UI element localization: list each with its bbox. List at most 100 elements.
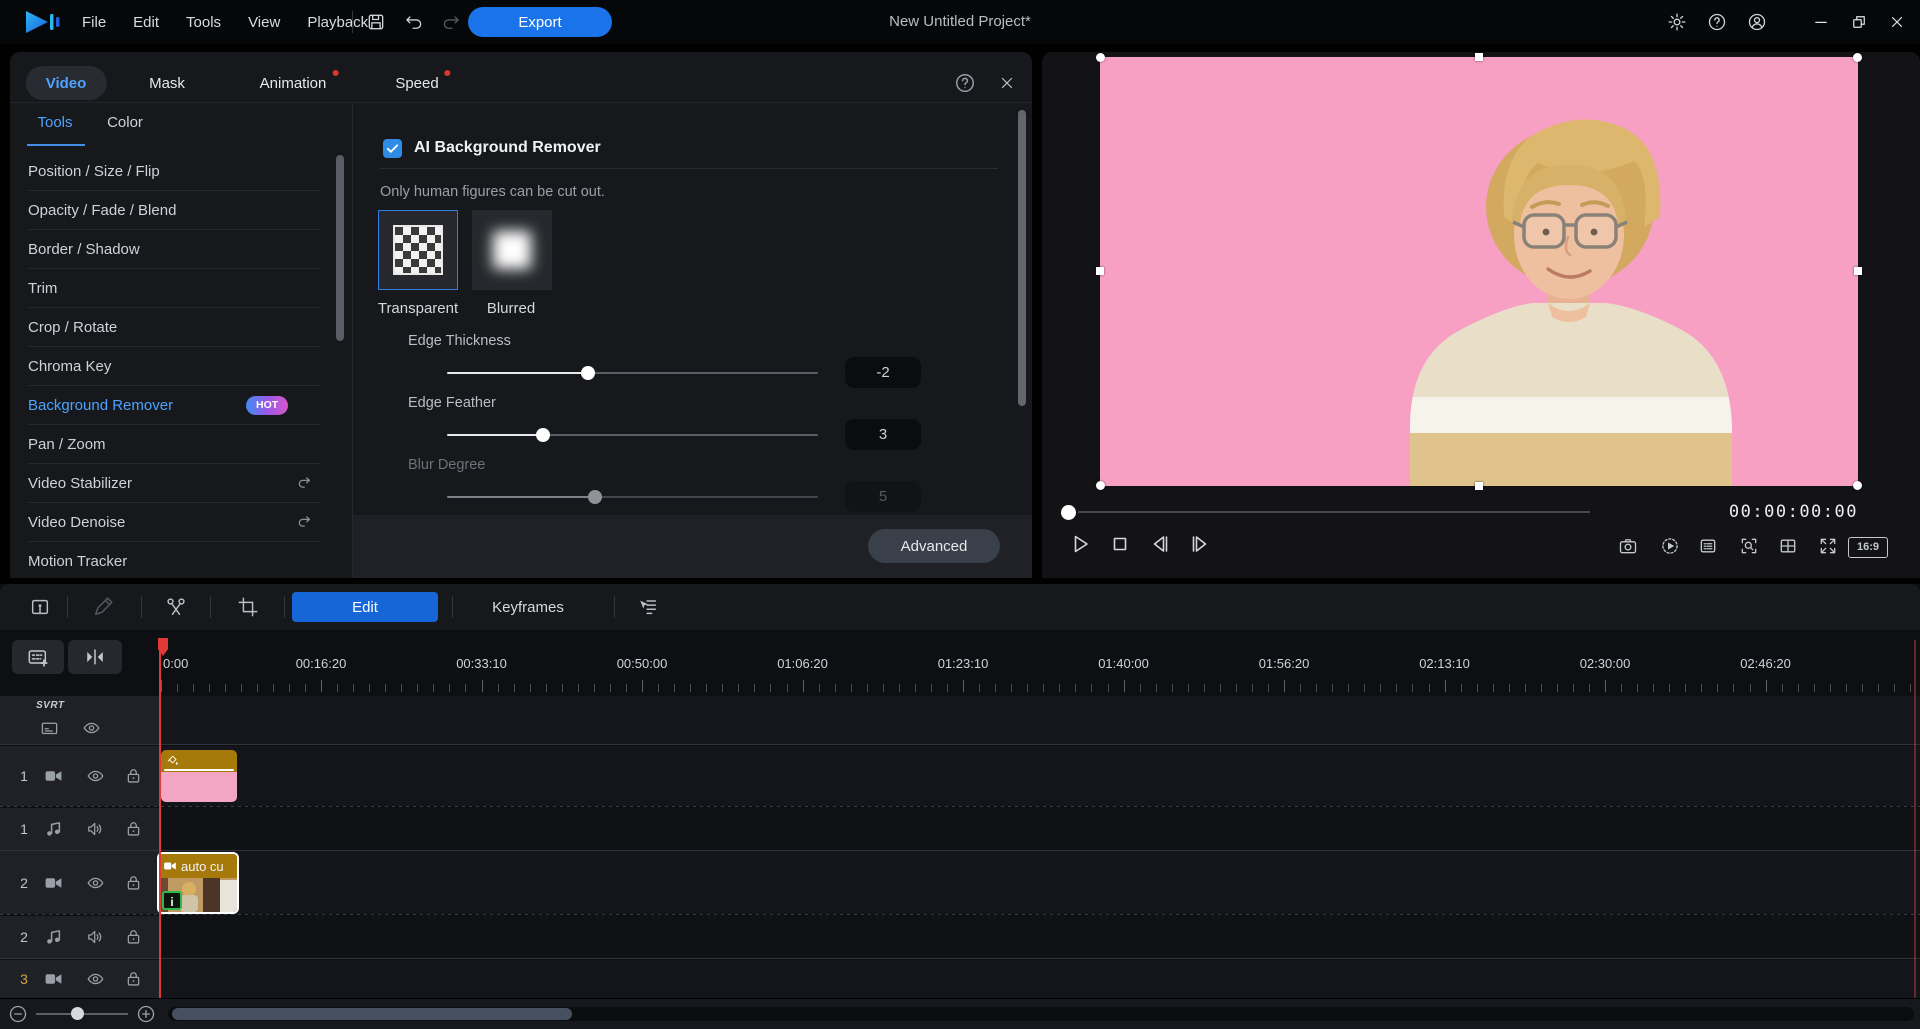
panel-help-icon[interactable]: [954, 72, 976, 94]
slider-thumb[interactable]: [581, 366, 595, 380]
track-lane-video-3[interactable]: [160, 960, 1920, 998]
track-lane-svrt[interactable]: [160, 696, 1920, 744]
eye-icon[interactable]: [86, 767, 105, 786]
settings-gear-icon[interactable]: [1667, 12, 1687, 32]
split-scissors-icon[interactable]: [165, 596, 187, 618]
slider-track[interactable]: [447, 372, 818, 374]
resize-handle-bottom[interactable]: [1475, 482, 1483, 490]
tool-item-opacity-fade-blend[interactable]: Opacity / Fade / Blend: [10, 191, 352, 230]
subtab-color[interactable]: Color: [107, 114, 143, 131]
ai-background-remover-checkbox[interactable]: [383, 139, 402, 158]
caption-track-icon[interactable]: [40, 719, 59, 738]
tool-item-crop-rotate[interactable]: Crop / Rotate: [10, 308, 352, 347]
seek-thumb[interactable]: [1061, 505, 1076, 520]
speaker-icon[interactable]: [86, 820, 105, 839]
preview-quality-icon[interactable]: [1660, 536, 1680, 556]
lock-icon[interactable]: [124, 767, 143, 786]
help-icon[interactable]: [1707, 12, 1727, 32]
zoom-in-icon[interactable]: [136, 1004, 156, 1024]
tool-item-video-denoise[interactable]: Video Denoise: [10, 503, 352, 542]
aspect-ratio-button[interactable]: 16:9: [1848, 537, 1888, 558]
timeline-ruler[interactable]: 0:0000:16:2000:33:1000:50:0001:06:2001:2…: [0, 656, 1920, 672]
menu-edit[interactable]: Edit: [133, 14, 159, 31]
window-close-icon[interactable]: [1888, 13, 1906, 31]
resize-handle-bottom-left[interactable]: [1096, 481, 1105, 490]
window-restore-icon[interactable]: [1850, 13, 1868, 31]
next-frame-icon[interactable]: [1188, 532, 1212, 556]
lock-icon[interactable]: [124, 820, 143, 839]
undo-icon[interactable]: [404, 12, 424, 32]
crop-icon[interactable]: [237, 596, 259, 618]
tool-list-scrollbar[interactable]: [336, 155, 344, 341]
resize-handle-right[interactable]: [1854, 267, 1862, 275]
clip-info-badge[interactable]: i: [162, 891, 182, 910]
tool-item-trim[interactable]: Trim: [10, 269, 352, 308]
lock-icon[interactable]: [124, 873, 143, 892]
production-log-icon[interactable]: [1698, 536, 1718, 556]
panel-scrollbar[interactable]: [1018, 110, 1026, 406]
account-icon[interactable]: [1747, 12, 1767, 32]
tool-item-chroma-key[interactable]: Chroma Key: [10, 347, 352, 386]
ruler-ticks[interactable]: [0, 678, 1920, 692]
resize-handle-left[interactable]: [1096, 267, 1104, 275]
fullscreen-icon[interactable]: [1818, 536, 1838, 556]
tool-item-background-remover[interactable]: Background RemoverHOT: [10, 386, 352, 425]
tool-item-position-size-flip[interactable]: Position / Size / Flip: [10, 152, 352, 191]
track-lane-video-1[interactable]: [160, 746, 1920, 806]
play-icon[interactable]: [1068, 532, 1092, 556]
slider-value[interactable]: -2: [845, 357, 921, 388]
tab-speed[interactable]: Speed: [375, 66, 458, 100]
slider-track[interactable]: [447, 434, 818, 436]
export-button[interactable]: Export: [468, 7, 612, 37]
redo-icon[interactable]: [441, 12, 461, 32]
menu-tools[interactable]: Tools: [186, 14, 221, 31]
resize-handle-top[interactable]: [1475, 53, 1483, 61]
eye-icon[interactable]: [86, 970, 105, 989]
timeline-hscrollbar-thumb[interactable]: [172, 1008, 572, 1020]
tool-item-pan-zoom[interactable]: Pan / Zoom: [10, 425, 352, 464]
lock-icon[interactable]: [124, 928, 143, 947]
previous-frame-icon[interactable]: [1148, 532, 1172, 556]
resize-handle-top-left[interactable]: [1096, 53, 1105, 62]
resize-handle-bottom-right[interactable]: [1853, 481, 1862, 490]
eye-icon[interactable]: [82, 719, 101, 738]
snapshot-camera-icon[interactable]: [1618, 536, 1638, 556]
seek-track[interactable]: [1078, 511, 1590, 513]
video-clip-selected[interactable]: auto cu i: [157, 852, 239, 914]
stop-icon[interactable]: [1108, 532, 1132, 556]
dual-preview-icon[interactable]: [1778, 536, 1798, 556]
advanced-button[interactable]: Advanced: [868, 529, 1000, 563]
track-properties-icon[interactable]: [637, 596, 659, 618]
edit-mode-button[interactable]: Edit: [292, 592, 438, 622]
tool-item-video-stabilizer[interactable]: Video Stabilizer: [10, 464, 352, 503]
eye-icon[interactable]: [86, 873, 105, 892]
resize-handle-top-right[interactable]: [1853, 53, 1862, 62]
tab-animation[interactable]: Animation: [240, 66, 347, 100]
tool-item-border-shadow[interactable]: Border / Shadow: [10, 230, 352, 269]
lock-icon[interactable]: [124, 970, 143, 989]
zoom-focus-icon[interactable]: [1739, 536, 1759, 556]
subtab-tools[interactable]: Tools: [37, 114, 72, 131]
menu-view[interactable]: View: [248, 14, 280, 31]
slider-thumb[interactable]: [588, 490, 602, 504]
tab-video[interactable]: Video: [26, 66, 107, 100]
slider-value[interactable]: 5: [845, 481, 921, 512]
track-lane-audio-2[interactable]: [160, 916, 1920, 958]
mode-blurred-tile[interactable]: [472, 210, 552, 290]
menu-playback[interactable]: Playback: [307, 14, 368, 31]
window-minimize-icon[interactable]: [1812, 13, 1830, 31]
range-select-icon[interactable]: [29, 596, 51, 618]
panel-close-icon[interactable]: [998, 74, 1016, 92]
save-icon[interactable]: [366, 12, 386, 32]
keyframes-button[interactable]: Keyframes: [468, 592, 588, 622]
track-lane-audio-1[interactable]: [160, 808, 1920, 850]
zoom-out-icon[interactable]: [8, 1004, 28, 1024]
slider-thumb[interactable]: [536, 428, 550, 442]
revert-icon[interactable]: [296, 513, 315, 532]
slider-track[interactable]: [447, 496, 818, 498]
timeline-zoom-thumb[interactable]: [71, 1007, 84, 1020]
speaker-icon[interactable]: [86, 928, 105, 947]
track-lane-video-2[interactable]: [160, 851, 1920, 914]
tab-mask[interactable]: Mask: [129, 66, 205, 100]
tool-item-motion-tracker[interactable]: Motion Tracker: [10, 542, 352, 578]
